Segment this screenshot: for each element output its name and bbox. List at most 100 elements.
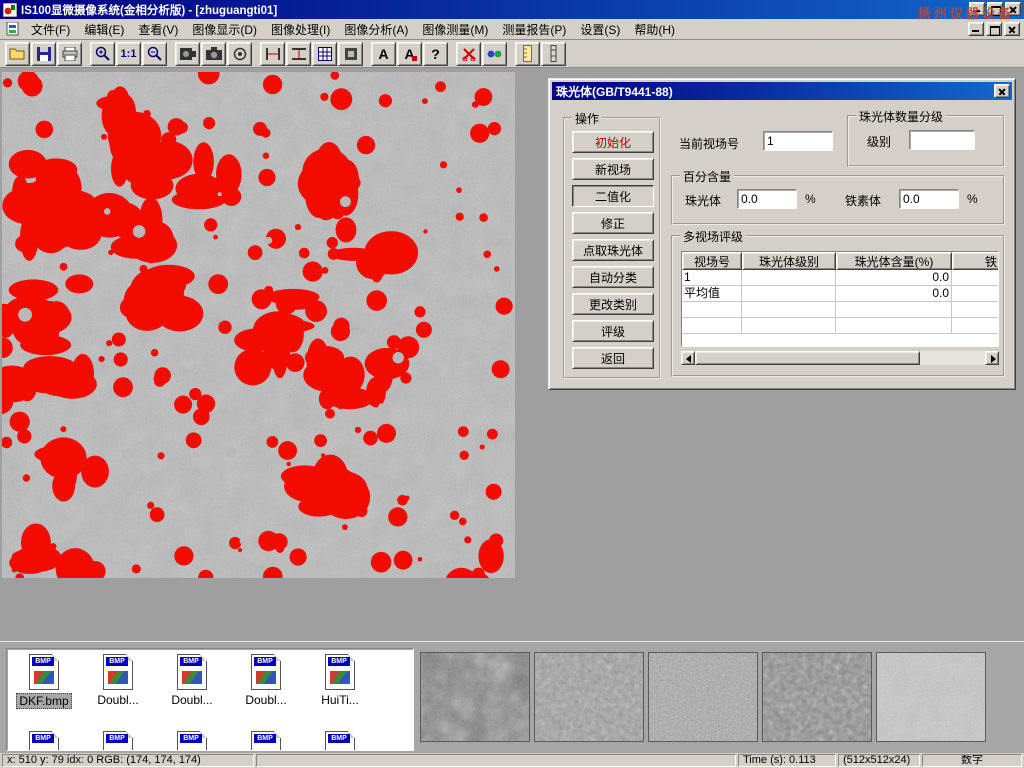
menu-file[interactable]: 文件(F) [24,19,77,40]
measure-vertical-button[interactable] [260,42,285,66]
thumbnail-4[interactable] [762,652,872,742]
file-item[interactable]: BMP [81,731,155,751]
grid-button[interactable] [312,42,337,66]
metallographic-image[interactable] [2,72,515,578]
header-field[interactable]: 视场号 [682,252,742,270]
video-capture-button[interactable] [175,42,200,66]
scroll-left-button[interactable] [681,351,695,365]
new-field-button[interactable]: 新视场 [572,158,654,180]
file-label[interactable]: Doubl... [95,693,140,707]
file-item[interactable]: BMP [229,731,303,751]
snapshot-button[interactable] [201,42,226,66]
file-browser[interactable]: BMP DKF.bmp BMP Doubl... BMP Doubl... BM… [6,648,414,751]
file-item[interactable]: BMP [303,731,377,751]
ruler-button[interactable] [515,42,540,66]
menu-image-analysis[interactable]: 图像分析(A) [337,19,415,40]
file-item[interactable]: BMP HuiTi... [303,654,377,709]
scale-bar-button[interactable] [541,42,566,66]
toolbar-separator [253,42,260,66]
pick-pearlite-button[interactable]: 点取珠光体 [572,239,654,261]
grade-input[interactable] [909,130,975,150]
menu-image-measure[interactable]: 图像测量(M) [415,19,495,40]
file-item[interactable]: BMP Doubl... [81,654,155,709]
scroll-right-button[interactable] [985,351,999,365]
cell-empty [682,318,742,334]
zoom-in-button[interactable] [90,42,115,66]
ferrite-percent-sign: % [967,192,978,206]
rating-table[interactable]: 视场号 珠光体级别 珠光体含量(%) 铁素 1 0.0 平均值 0.0 [681,251,999,347]
bmp-badge: BMP [32,734,54,743]
cut-button[interactable] [456,42,481,66]
file-label[interactable]: Doubl... [243,693,288,707]
file-item[interactable]: BMP Doubl... [155,654,229,709]
current-view-input[interactable]: 1 [763,131,833,151]
dialog-close-button[interactable] [994,84,1010,98]
thumbnail-1[interactable] [420,652,530,742]
header-content[interactable]: 珠光体含量(%) [836,252,952,270]
window-title: IS100显微摄像系统(金相分析版) - [zhuguangti01] [21,2,277,18]
menu-edit[interactable]: 编辑(E) [77,19,131,40]
file-label[interactable]: DKF.bmp [16,693,71,709]
table-row[interactable]: 平均值 0.0 [682,286,998,302]
file-item[interactable]: BMP [7,731,81,751]
thumbnail-3[interactable] [648,652,758,742]
file-label[interactable]: HuiTi... [319,693,361,707]
scrollbar-track[interactable] [920,351,985,365]
auto-classify-button[interactable]: 自动分类 [572,266,654,288]
bmp-file-icon: BMP [177,731,207,751]
menu-settings[interactable]: 设置(S) [573,19,627,40]
bmp-file-icon: BMP [177,654,207,690]
pearlite-percent-input[interactable]: 0.0 [737,189,797,209]
file-item[interactable]: BMP Doubl... [229,654,303,709]
change-class-button[interactable]: 更改类别 [572,293,654,315]
table-empty-row [682,318,998,334]
area-icon [344,47,358,61]
menu-view[interactable]: 查看(V) [131,19,185,40]
scrollbar-thumb[interactable] [695,351,920,365]
file-label[interactable]: Doubl... [169,693,214,707]
dialog-title-bar[interactable]: 珠光体(GB/T9441-88) [552,82,1012,100]
mdi-restore-button[interactable] [986,22,1002,36]
table-horizontal-scrollbar[interactable] [681,351,999,365]
bmp-file-icon: BMP [103,654,133,690]
correct-button[interactable]: 修正 [572,212,654,234]
open-file-button[interactable] [5,42,30,66]
file-item[interactable]: BMP [155,731,229,751]
cell-ferrite [952,270,999,286]
caliper-vertical-icon [265,47,281,61]
bmp-badge: BMP [254,657,276,666]
ferrite-percent-input[interactable]: 0.0 [899,189,959,209]
header-grade[interactable]: 珠光体级别 [742,252,836,270]
table-row[interactable]: 1 0.0 [682,270,998,286]
actual-size-button[interactable]: 1:1 [116,42,141,66]
measure-horizontal-button[interactable] [286,42,311,66]
init-button[interactable]: 初始化 [572,131,654,153]
header-ferrite[interactable]: 铁素 [952,252,999,270]
thumbnail-5[interactable] [876,652,986,742]
print-button[interactable] [57,42,82,66]
text-annotation-button[interactable]: A [371,42,396,66]
calibration-dots-icon [487,48,502,60]
help-button[interactable]: ? [423,42,448,66]
menu-image-display[interactable]: 图像显示(D) [185,19,264,40]
file-item[interactable]: BMP DKF.bmp [7,654,81,709]
return-button[interactable]: 返回 [572,347,654,369]
target-button[interactable] [227,42,252,66]
menu-report[interactable]: 测量报告(P) [495,19,573,40]
mdi-close-button[interactable] [1004,22,1020,36]
calibrate-button[interactable] [482,42,507,66]
binarize-button[interactable]: 二值化 [572,185,654,207]
bmp-thumbnail-art [34,671,54,684]
measure-area-button[interactable] [338,42,363,66]
mdi-minimize-button[interactable] [968,22,984,36]
menu-help[interactable]: 帮助(H) [627,19,682,40]
bmp-thumbnail-art [330,671,350,684]
zoom-out-button[interactable] [142,42,167,66]
save-button[interactable] [31,42,56,66]
cell-empty [682,302,742,318]
cell-empty [836,318,952,334]
text-style-button[interactable]: A [397,42,422,66]
menu-image-processing[interactable]: 图像处理(I) [264,19,337,40]
thumbnail-2[interactable] [534,652,644,742]
rate-button[interactable]: 评级 [572,320,654,342]
